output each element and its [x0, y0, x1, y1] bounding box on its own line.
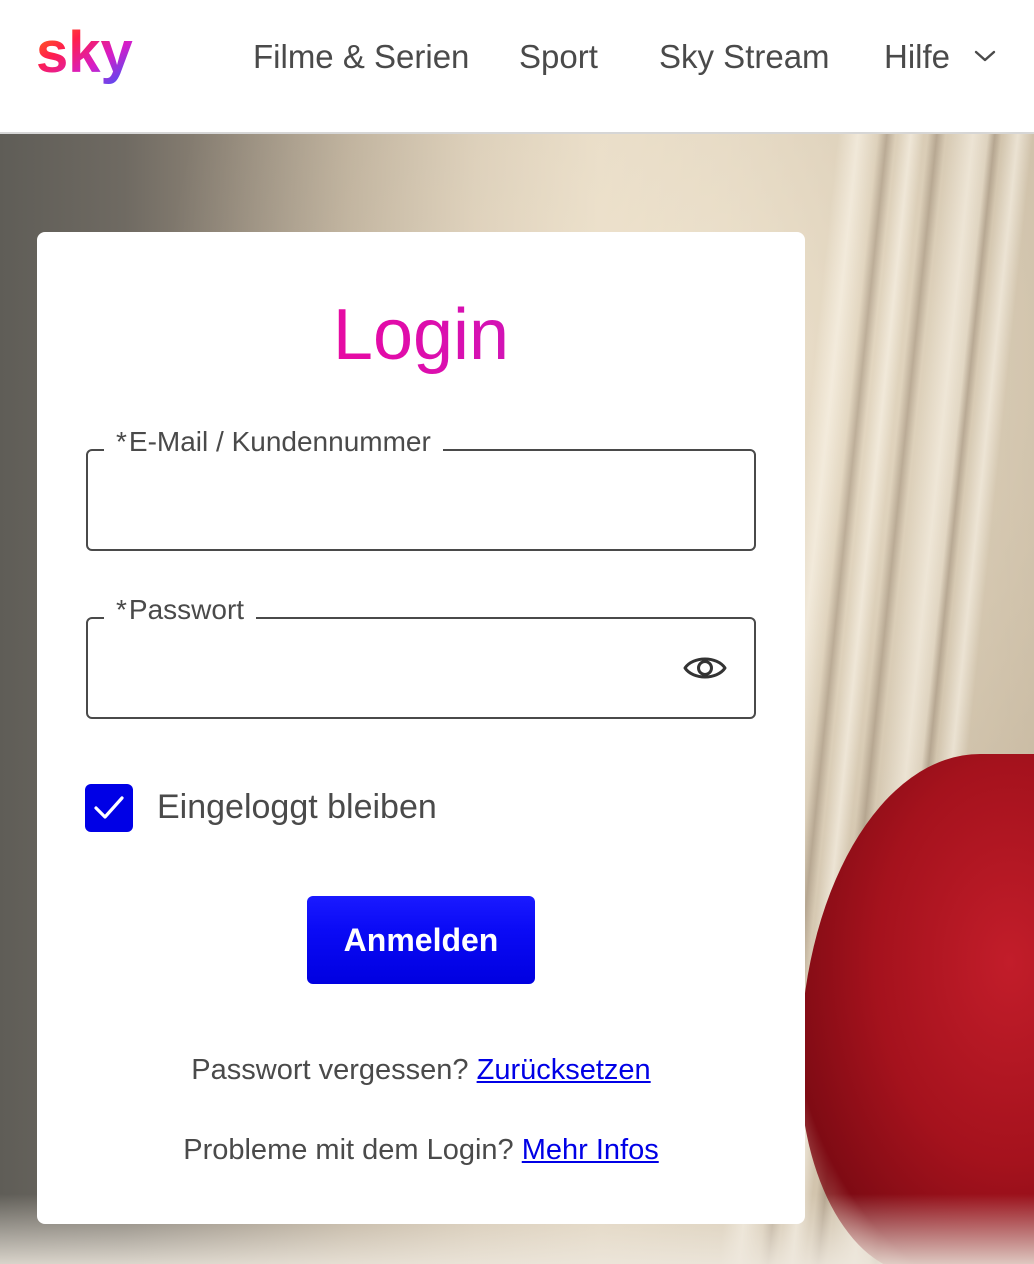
login-title: Login: [0, 290, 842, 380]
sky-logo[interactable]: sky: [36, 24, 150, 94]
email-input[interactable]: [108, 477, 672, 527]
checkmark-icon: [94, 796, 124, 819]
forgot-password-text: Passwort vergessen?: [191, 1054, 469, 1086]
password-input[interactable]: [108, 645, 672, 695]
password-field-label: *Passwort: [104, 593, 257, 627]
nav-filme-serien[interactable]: Filme & Serien: [253, 38, 469, 76]
more-info-link[interactable]: Mehr Infos: [522, 1134, 659, 1166]
required-marker: *: [116, 594, 127, 625]
nav-sport[interactable]: Sport: [519, 38, 598, 76]
chevron-down-icon[interactable]: [973, 47, 997, 65]
password-label-text: Passwort: [128, 594, 245, 625]
remember-me-label[interactable]: Eingeloggt bleiben: [157, 788, 437, 827]
login-submit-button[interactable]: Anmelden: [307, 896, 535, 984]
site-header: sky Filme & Serien Sport Sky Stream Hilf…: [0, 0, 1034, 134]
svg-text:sky: sky: [36, 24, 133, 85]
password-field[interactable]: [86, 617, 756, 719]
remember-me-checkbox[interactable]: [85, 784, 133, 832]
forgot-password-row: Passwort vergessen? Zurücksetzen: [37, 1054, 805, 1087]
required-marker: *: [116, 426, 127, 457]
login-problems-row: Probleme mit dem Login? Mehr Infos: [37, 1134, 805, 1167]
nav-hilfe[interactable]: Hilfe: [884, 38, 950, 76]
email-label-text: E-Mail / Kundennummer: [128, 426, 431, 457]
login-problems-text: Probleme mit dem Login?: [183, 1134, 514, 1166]
email-field[interactable]: [86, 449, 756, 551]
reset-password-link[interactable]: Zurücksetzen: [477, 1054, 651, 1086]
eye-icon[interactable]: [682, 648, 728, 688]
email-field-label: *E-Mail / Kundennummer: [104, 425, 443, 459]
nav-sky-stream[interactable]: Sky Stream: [659, 38, 830, 76]
